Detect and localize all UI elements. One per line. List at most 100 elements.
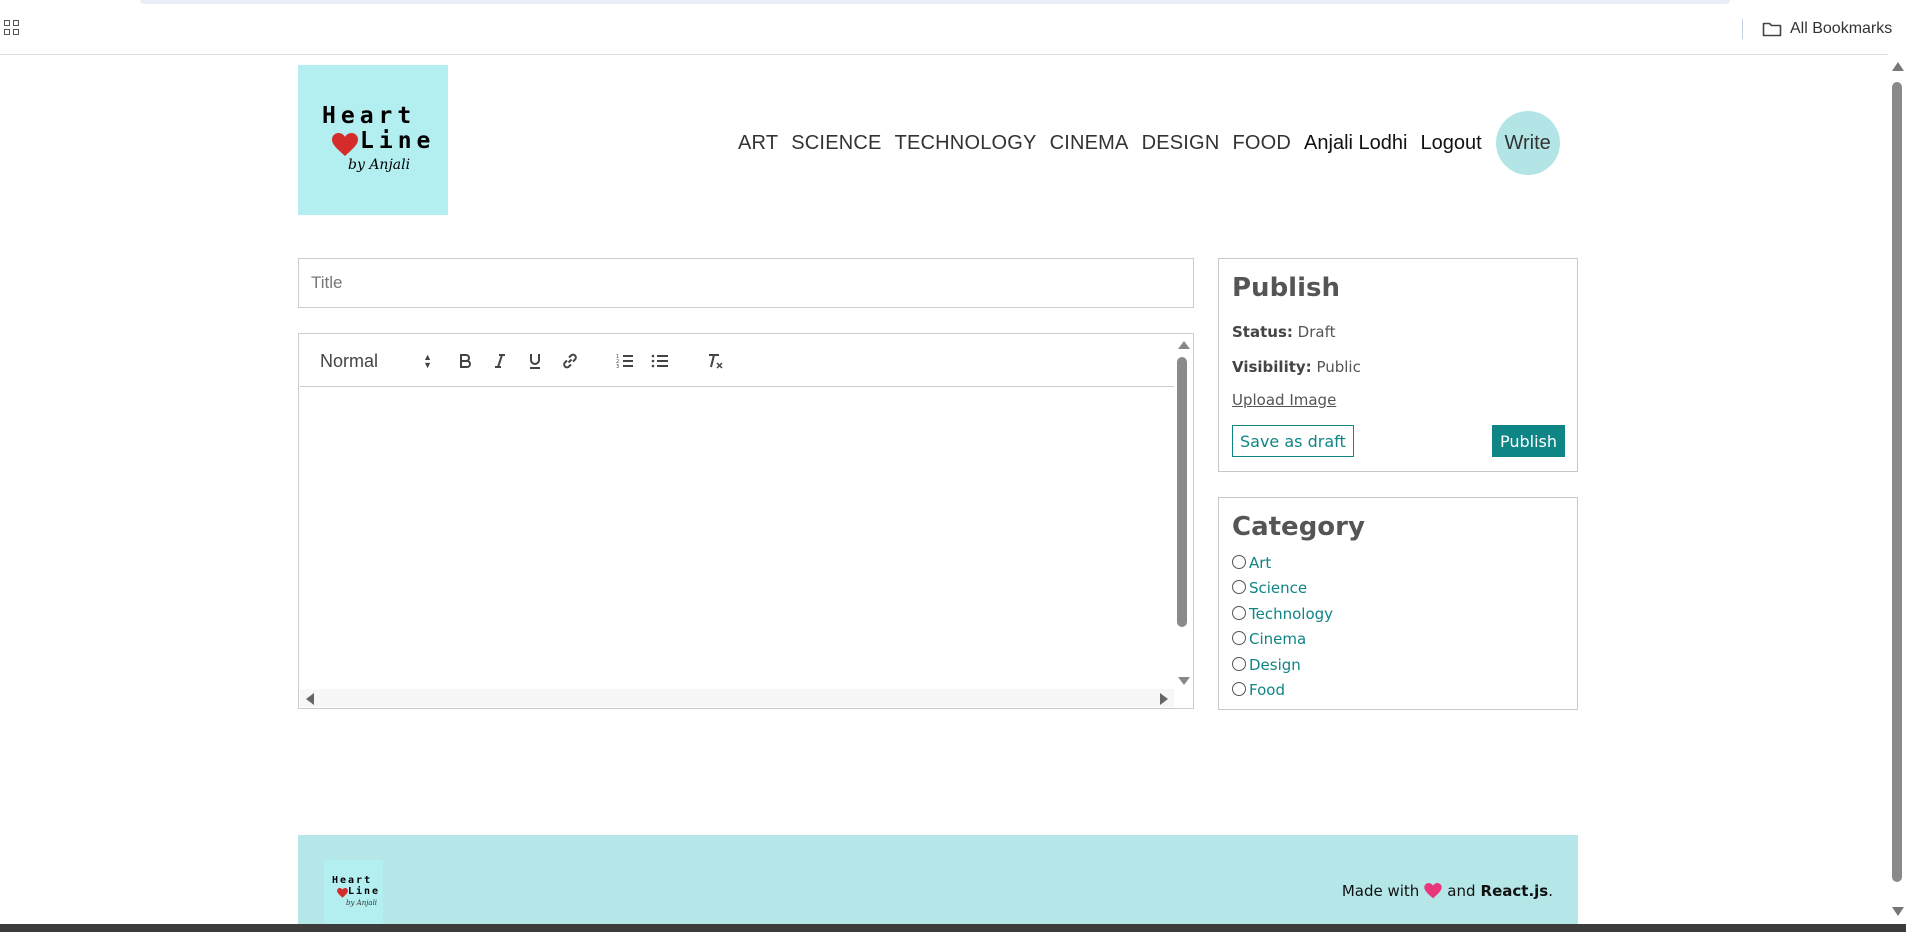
nav-design[interactable]: DESIGN: [1142, 132, 1220, 155]
page-scrollbar[interactable]: [1888, 54, 1906, 924]
category-option-art[interactable]: Art: [1232, 550, 1333, 576]
format-select-value: Normal: [320, 350, 379, 371]
scrollbar-thumb[interactable]: [1177, 357, 1187, 627]
category-option-design[interactable]: Design: [1232, 652, 1333, 678]
save-draft-button[interactable]: Save as draft: [1232, 425, 1354, 457]
category-label[interactable]: Science: [1249, 579, 1307, 597]
link-button[interactable]: [558, 349, 582, 373]
scroll-down-icon[interactable]: [1178, 677, 1190, 685]
bullet-list-icon: [651, 354, 668, 368]
heart-icon: [332, 133, 358, 156]
category-option-food[interactable]: Food: [1232, 678, 1333, 704]
rich-text-editor: Normal ▲ ▼ 123: [298, 333, 1194, 709]
scroll-up-icon[interactable]: [1178, 341, 1190, 349]
select-arrows-icon: ▲ ▼: [423, 352, 432, 370]
taskbar-edge: [0, 924, 1906, 932]
main-nav: ART SCIENCE TECHNOLOGY CINEMA DESIGN FOO…: [738, 111, 1560, 175]
link-icon: [563, 353, 577, 369]
nav-art[interactable]: ART: [738, 132, 778, 155]
radio-button[interactable]: [1232, 631, 1246, 646]
apps-grid-icon[interactable]: [4, 20, 22, 38]
heart-icon: [1424, 883, 1442, 899]
heart-icon: [337, 888, 348, 898]
svg-text:3: 3: [616, 364, 619, 370]
and-label: and: [1447, 882, 1476, 900]
visibility-value: Public: [1316, 358, 1361, 376]
radio-button[interactable]: [1232, 682, 1246, 697]
bookmarks-bar: All Bookmarks: [0, 0, 1906, 55]
period: .: [1548, 882, 1553, 900]
all-bookmarks-button[interactable]: All Bookmarks: [1762, 18, 1892, 40]
underline-button[interactable]: [523, 349, 547, 373]
nav-science[interactable]: SCIENCE: [791, 132, 881, 155]
bookmarks-separator: [1742, 19, 1743, 39]
ordered-list-icon: 123: [616, 354, 633, 370]
logo-line-2: Line: [360, 128, 436, 154]
format-select[interactable]: Normal ▲ ▼: [320, 349, 432, 373]
category-option-technology[interactable]: Technology: [1232, 601, 1333, 627]
logout-link[interactable]: Logout: [1420, 132, 1481, 155]
nav-technology[interactable]: TECHNOLOGY: [895, 132, 1037, 155]
footer-logo-line-1: Heart: [332, 875, 373, 886]
status-row: Status: Draft: [1232, 323, 1335, 341]
bullet-list-button[interactable]: [648, 349, 672, 373]
site-logo[interactable]: Heart Line by Anjali: [298, 65, 448, 215]
ordered-list-button[interactable]: 123: [613, 349, 637, 373]
status-value: Draft: [1297, 323, 1336, 341]
tech-label: React.js: [1480, 882, 1549, 900]
radio-button[interactable]: [1232, 656, 1246, 671]
logo-line-3: by Anjali: [348, 157, 411, 173]
publish-panel: Publish Status: Draft Visibility: Public…: [1218, 258, 1578, 472]
site-footer: Heart Line by Anjali Made with and React…: [298, 835, 1578, 924]
clear-format-button[interactable]: [703, 349, 727, 373]
scroll-right-icon[interactable]: [1160, 693, 1168, 705]
footer-logo-line-3: by Anjali: [346, 899, 378, 907]
folder-icon: [1762, 22, 1782, 37]
publish-heading: Publish: [1232, 273, 1340, 303]
address-bar-edge: [140, 0, 1730, 4]
category-label[interactable]: Design: [1249, 656, 1301, 674]
scroll-down-icon[interactable]: [1892, 907, 1904, 916]
footer-logo: Heart Line by Anjali: [324, 860, 383, 924]
page-scrollbar-thumb[interactable]: [1892, 82, 1902, 882]
status-label: Status:: [1232, 323, 1293, 341]
logo-line-1: Heart: [322, 103, 417, 129]
visibility-label: Visibility:: [1232, 358, 1312, 376]
category-heading: Category: [1232, 512, 1365, 542]
made-with-text: Made with and React.js.: [1342, 882, 1553, 900]
scroll-up-icon[interactable]: [1892, 62, 1904, 71]
visibility-row: Visibility: Public: [1232, 358, 1361, 376]
clear-format-icon: [709, 354, 723, 369]
radio-button[interactable]: [1232, 554, 1246, 569]
category-label[interactable]: Food: [1249, 681, 1285, 699]
nav-cinema[interactable]: CINEMA: [1050, 132, 1129, 155]
publish-button[interactable]: Publish: [1491, 425, 1565, 457]
title-input[interactable]: [298, 258, 1194, 308]
radio-button[interactable]: [1232, 605, 1246, 620]
category-label[interactable]: Cinema: [1249, 630, 1306, 648]
category-option-cinema[interactable]: Cinema: [1232, 627, 1333, 653]
italic-icon: [495, 354, 505, 368]
all-bookmarks-label: All Bookmarks: [1790, 20, 1893, 37]
category-label[interactable]: Art: [1249, 554, 1271, 572]
username: Anjali Lodhi: [1304, 131, 1408, 154]
category-panel: Category Art Science Technology Cinema D…: [1218, 497, 1578, 710]
footer-logo-line-2: Line: [348, 886, 381, 897]
radio-button[interactable]: [1232, 580, 1246, 595]
upload-image-link[interactable]: Upload Image: [1232, 391, 1336, 409]
editor-vertical-scrollbar[interactable]: [1174, 335, 1192, 691]
write-button[interactable]: Write: [1495, 111, 1560, 175]
category-label[interactable]: Technology: [1249, 605, 1333, 623]
nav-food[interactable]: FOOD: [1232, 132, 1291, 155]
scroll-left-icon[interactable]: [306, 693, 314, 705]
editor-toolbar: Normal ▲ ▼ 123: [300, 335, 1174, 387]
category-list: Art Science Technology Cinema Design Foo…: [1232, 550, 1333, 703]
editor-content[interactable]: [300, 387, 1174, 687]
category-option-science[interactable]: Science: [1232, 576, 1333, 602]
italic-button[interactable]: [488, 349, 512, 373]
bold-icon: [460, 354, 471, 368]
underline-icon: [530, 354, 540, 369]
made-with-label: Made with: [1341, 882, 1420, 900]
bold-button[interactable]: [453, 349, 477, 373]
editor-horizontal-scrollbar[interactable]: [300, 689, 1174, 707]
